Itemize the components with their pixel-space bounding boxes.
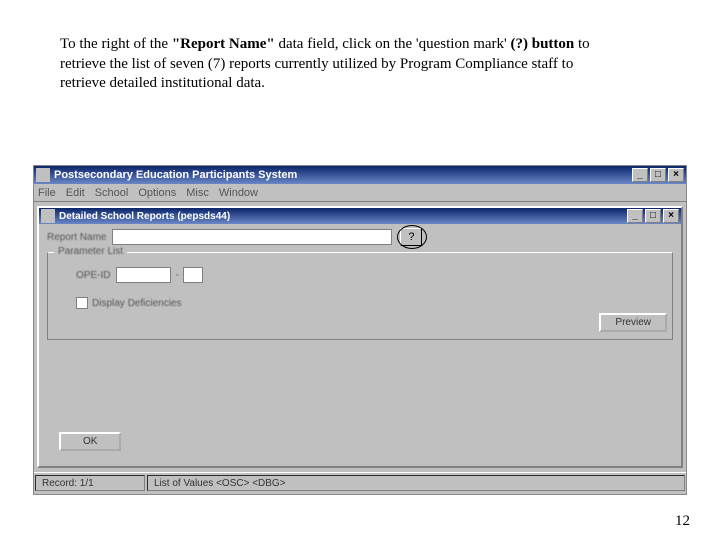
ope-id-suffix-input[interactable] xyxy=(183,267,203,283)
menu-edit[interactable]: Edit xyxy=(66,187,85,199)
close-button[interactable]: × xyxy=(668,168,684,182)
menu-options[interactable]: Options xyxy=(138,187,176,199)
minimize-button[interactable]: _ xyxy=(632,168,648,182)
menu-misc[interactable]: Misc xyxy=(186,187,209,199)
application-window: Postsecondary Education Participants Sys… xyxy=(33,165,687,495)
statusbar: Record: 1/1 List of Values <OSC> <DBG> xyxy=(34,472,686,494)
app-icon xyxy=(36,168,50,182)
question-mark-button[interactable]: ? xyxy=(400,228,422,246)
report-name-label: Report Name xyxy=(47,232,106,243)
display-deficiencies-checkbox[interactable] xyxy=(76,297,88,309)
inner-minimize-button[interactable]: _ xyxy=(627,209,643,223)
status-record: Record: 1/1 xyxy=(35,475,145,491)
instruction-text: To the right of the "Report Name" data f… xyxy=(60,35,620,94)
menu-school[interactable]: School xyxy=(95,187,129,199)
dash-label: - xyxy=(175,270,178,281)
ope-id-input[interactable] xyxy=(116,267,171,283)
parameter-list-legend: Parameter List xyxy=(54,246,127,257)
inner-window: Detailed School Reports (pepsds44) _ □ ×… xyxy=(37,206,683,468)
parameter-list-group: Parameter List OPE-ID - Display Deficien… xyxy=(47,252,673,340)
preview-button[interactable]: Preview xyxy=(599,313,667,332)
inner-title-text: Detailed School Reports (pepsds44) xyxy=(59,211,627,222)
page-number: 12 xyxy=(675,513,690,530)
question-mark-icon: ? xyxy=(408,231,414,243)
report-name-input[interactable] xyxy=(112,229,392,245)
status-hint: List of Values <OSC> <DBG> xyxy=(147,475,685,491)
inner-maximize-button[interactable]: □ xyxy=(645,209,661,223)
menubar: File Edit School Options Misc Window xyxy=(34,184,686,202)
maximize-button[interactable]: □ xyxy=(650,168,666,182)
ok-button[interactable]: OK xyxy=(59,432,121,451)
form-icon xyxy=(41,209,55,223)
inner-titlebar: Detailed School Reports (pepsds44) _ □ × xyxy=(39,208,681,224)
menu-file[interactable]: File xyxy=(38,187,56,199)
ope-id-label: OPE-ID xyxy=(76,270,110,281)
outer-titlebar: Postsecondary Education Participants Sys… xyxy=(34,166,686,184)
outer-title-text: Postsecondary Education Participants Sys… xyxy=(54,169,632,181)
display-deficiencies-label: Display Deficiencies xyxy=(92,298,181,309)
inner-close-button[interactable]: × xyxy=(663,209,679,223)
menu-window[interactable]: Window xyxy=(219,187,258,199)
